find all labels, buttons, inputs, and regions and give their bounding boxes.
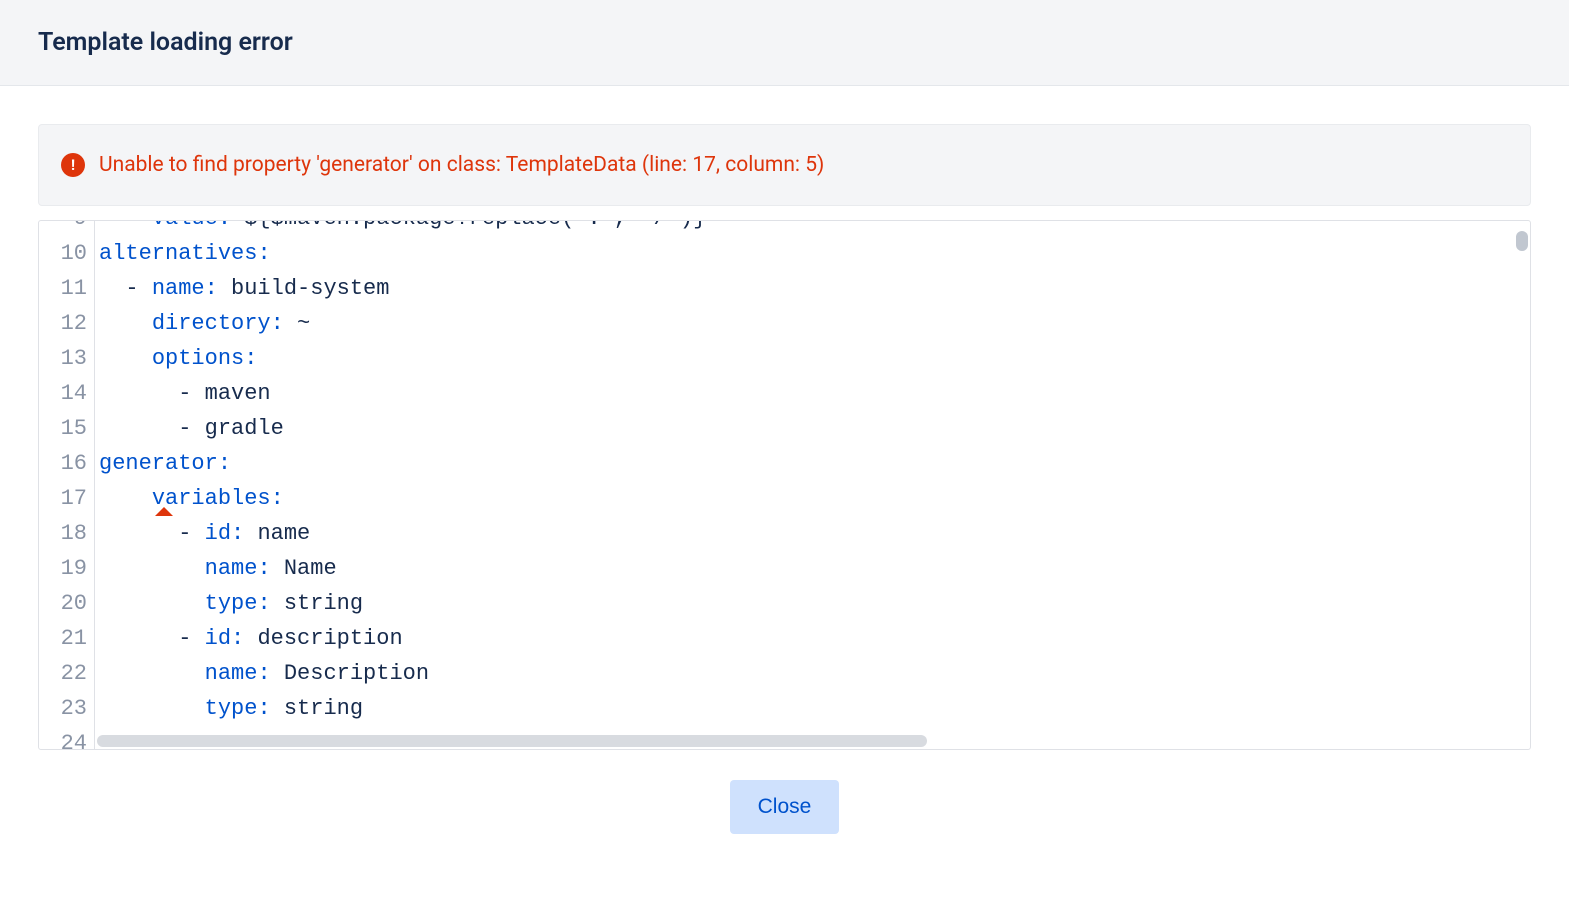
line-content[interactable]: - id: name	[95, 516, 310, 551]
line-content[interactable]: generator:	[95, 446, 231, 481]
line-number: 16	[39, 446, 95, 481]
code-line[interactable]: 15 - gradle	[39, 411, 1530, 446]
code-line[interactable]: 23 type: string	[39, 691, 1530, 726]
close-button[interactable]: Close	[730, 780, 840, 834]
line-number: 10	[39, 236, 95, 271]
line-content[interactable]: type: string	[95, 586, 363, 621]
code-line[interactable]: 10alternatives:	[39, 236, 1530, 271]
line-number: 24	[39, 726, 95, 749]
code-line[interactable]: 16generator:	[39, 446, 1530, 481]
code-line[interactable]: 14 - maven	[39, 376, 1530, 411]
error-message: Unable to find property 'generator' on c…	[99, 153, 824, 177]
line-content[interactable]: variables:	[95, 481, 284, 516]
error-marker-icon	[155, 507, 173, 516]
dialog-title: Template loading error	[38, 28, 1531, 57]
code-line[interactable]: 17 variables:	[39, 481, 1530, 516]
code-line[interactable]: 22 name: Description	[39, 656, 1530, 691]
vertical-scrollbar[interactable]	[1516, 231, 1528, 251]
line-content[interactable]: name: Description	[95, 656, 429, 691]
line-content[interactable]: - maven	[95, 376, 271, 411]
line-number: 14	[39, 376, 95, 411]
code-line[interactable]: 13 options:	[39, 341, 1530, 376]
line-number: 22	[39, 656, 95, 691]
code-line[interactable]: 20 type: string	[39, 586, 1530, 621]
horizontal-scrollbar[interactable]	[97, 735, 927, 747]
code-line[interactable]: 18 - id: name	[39, 516, 1530, 551]
line-number: 13	[39, 341, 95, 376]
line-content[interactable]: - id: description	[95, 621, 403, 656]
line-content[interactable]: type: string	[95, 691, 363, 726]
line-number: 15	[39, 411, 95, 446]
line-number: 18	[39, 516, 95, 551]
line-content[interactable]: options:	[95, 341, 257, 376]
line-number: 11	[39, 271, 95, 306]
code-line[interactable]: 9 value: ${$maven.package!replace( . , /…	[39, 221, 1530, 236]
code-line[interactable]: 12 directory: ~	[39, 306, 1530, 341]
line-number: 9	[39, 221, 95, 236]
line-number: 19	[39, 551, 95, 586]
error-panel: ! Unable to find property 'generator' on…	[38, 124, 1531, 206]
line-content[interactable]: name: Name	[95, 551, 337, 586]
code-line[interactable]: 19 name: Name	[39, 551, 1530, 586]
line-number: 23	[39, 691, 95, 726]
line-content[interactable]: - name: build-system	[95, 271, 389, 306]
line-number: 17	[39, 481, 95, 516]
dialog-content: ! Unable to find property 'generator' on…	[0, 86, 1569, 872]
line-number: 12	[39, 306, 95, 341]
code-editor[interactable]: 9 value: ${$maven.package!replace( . , /…	[38, 220, 1531, 750]
code-line[interactable]: 21 - id: description	[39, 621, 1530, 656]
dialog-header: Template loading error	[0, 0, 1569, 86]
line-number: 20	[39, 586, 95, 621]
line-content[interactable]: - gradle	[95, 411, 284, 446]
code-line[interactable]: 11 - name: build-system	[39, 271, 1530, 306]
line-content[interactable]: directory: ~	[95, 306, 310, 341]
line-content[interactable]: value: ${$maven.package!replace( . , / )…	[95, 221, 706, 236]
error-icon: !	[61, 153, 85, 177]
line-content[interactable]: alternatives:	[95, 236, 271, 271]
line-number: 21	[39, 621, 95, 656]
dialog-footer: Close	[38, 780, 1531, 834]
